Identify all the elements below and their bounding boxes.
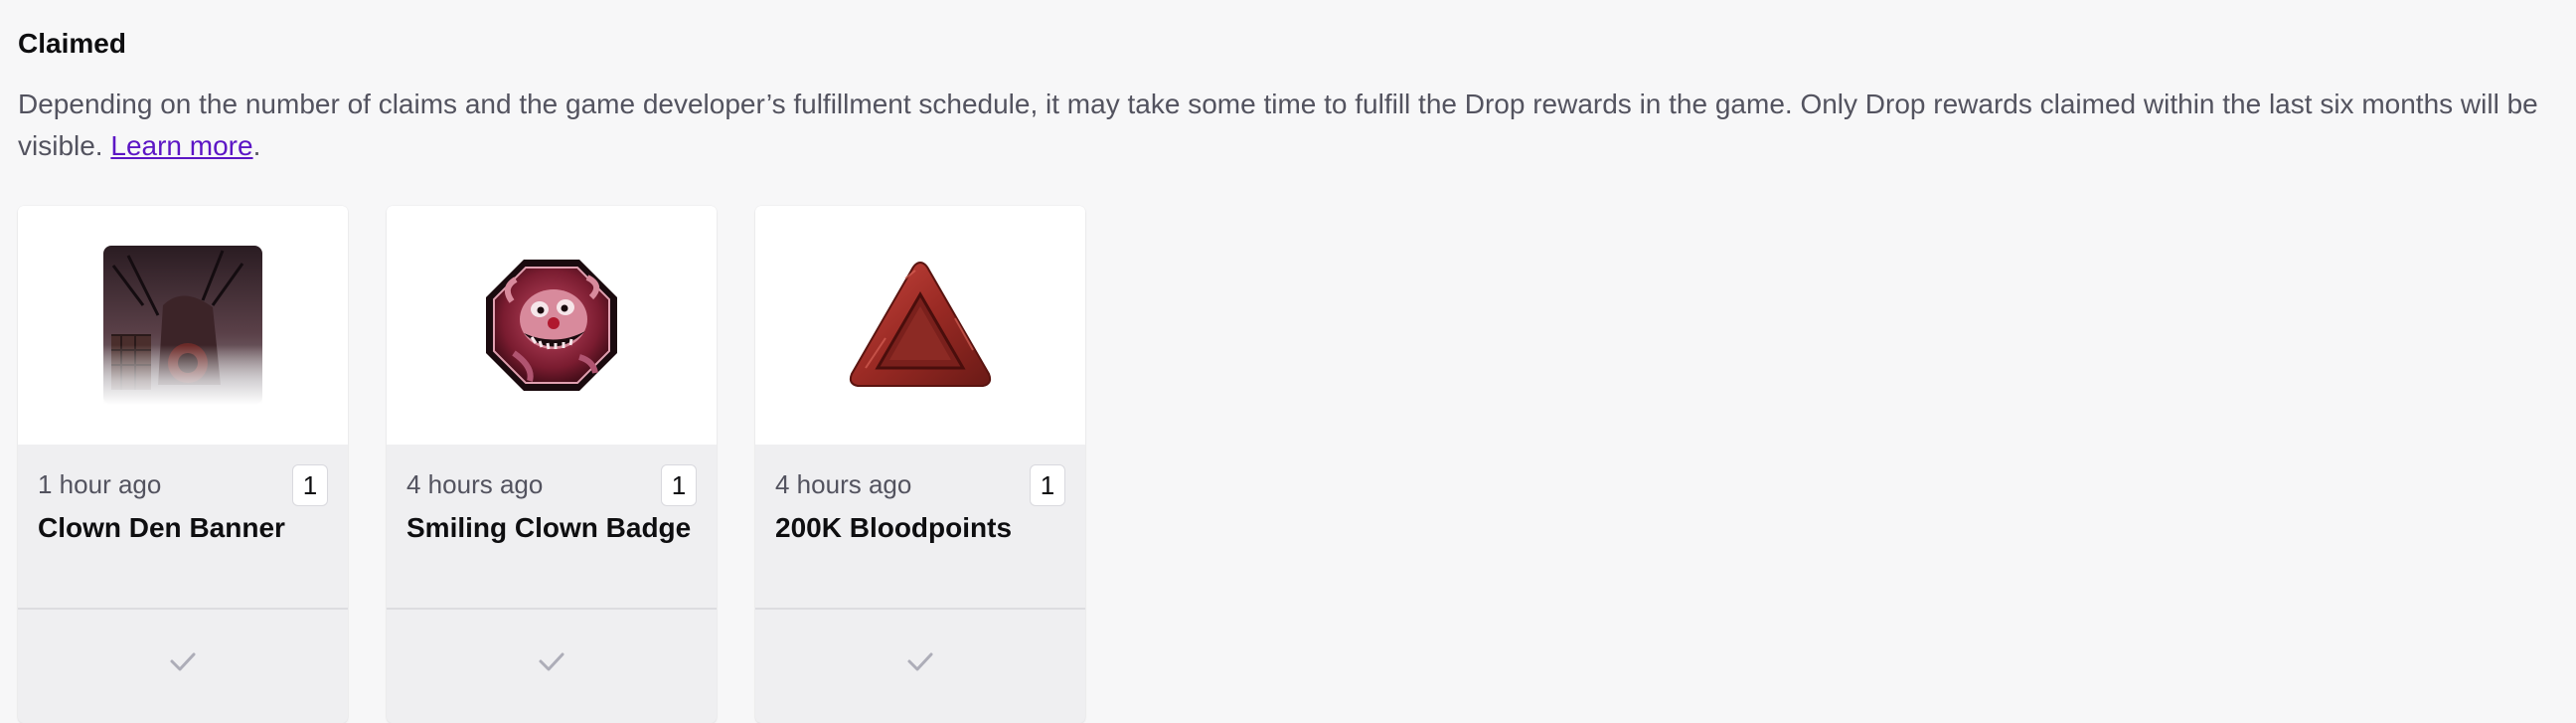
description-period: . [252, 130, 261, 161]
claimed-time: 1 hour ago [38, 469, 162, 499]
reward-info: 4 hours ago 1 200K Bloodpoints [755, 445, 1085, 608]
reward-card: 4 hours ago 1 200K Bloodpoints [755, 206, 1085, 723]
reward-card: 1 hour ago 1 Clown Den Banner [18, 206, 348, 723]
claimed-time: 4 hours ago [406, 469, 544, 499]
reward-count-badge: 1 [292, 464, 328, 506]
smiling-clown-badge-image [486, 260, 617, 391]
reward-image-area [387, 206, 717, 445]
reward-status [755, 610, 1085, 723]
description-text: Depending on the number of claims and th… [18, 89, 2538, 161]
section-description: Depending on the number of claims and th… [18, 84, 2542, 167]
reward-name: Smiling Clown Badge [406, 512, 692, 543]
reward-image-area [755, 206, 1085, 445]
clown-den-banner-image [103, 246, 262, 405]
reward-count-badge: 1 [1030, 464, 1065, 506]
reward-status [18, 610, 348, 723]
section-title: Claimed [18, 28, 126, 59]
reward-name: Clown Den Banner [38, 512, 285, 543]
bloodpoints-triangle-image [849, 261, 992, 387]
reward-card: 4 hours ago 1 Smiling Clown Badge [387, 206, 717, 723]
reward-name: 200K Bloodpoints [775, 512, 1013, 543]
check-icon [907, 652, 933, 671]
learn-more-link[interactable]: Learn more [110, 130, 252, 161]
check-icon [170, 652, 196, 671]
reward-info: 1 hour ago 1 Clown Den Banner [18, 445, 348, 608]
reward-image-area [18, 206, 348, 445]
claimed-time: 4 hours ago [775, 469, 912, 499]
reward-status [387, 610, 717, 723]
reward-info: 4 hours ago 1 Smiling Clown Badge [387, 445, 717, 608]
reward-count-badge: 1 [661, 464, 697, 506]
check-icon [539, 652, 564, 671]
